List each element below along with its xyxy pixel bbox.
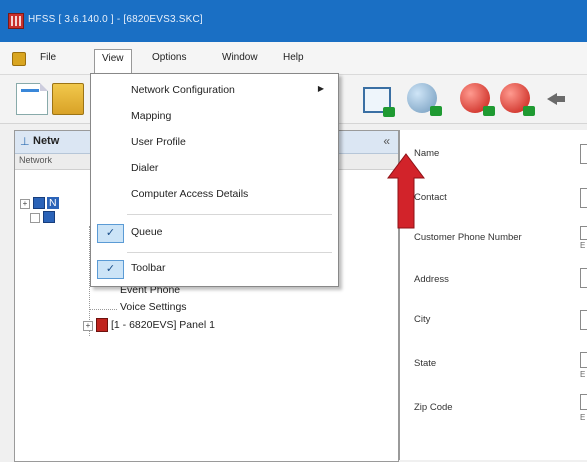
tree-item-voice-settings[interactable]: Voice Settings	[120, 301, 187, 313]
field-label-state: State	[414, 358, 437, 369]
menu-options[interactable]: Options	[145, 49, 193, 67]
checkmark-icon: ✓	[97, 260, 124, 279]
window-title: HFSS [ 3.6.140.0 ] - [6820EVS3.SKC]	[28, 14, 203, 25]
city-field[interactable]	[580, 310, 587, 330]
menu-item-user-profile[interactable]: User Profile	[91, 132, 338, 154]
menu-item-label: Toolbar	[131, 262, 166, 274]
tree-item-panel-1[interactable]: [1 - 6820EVS] Panel 1	[111, 319, 215, 331]
menu-view[interactable]: View	[94, 49, 132, 75]
arrow-left-icon[interactable]	[547, 83, 567, 113]
state-field[interactable]	[580, 352, 587, 368]
menu-bar: File View Options Window Help	[0, 42, 587, 75]
red-sphere-download-icon[interactable]	[460, 83, 495, 116]
panel-device-icon	[96, 318, 108, 332]
field-label-city: City	[414, 314, 431, 325]
zip-field[interactable]	[580, 394, 587, 410]
menu-item-dialer[interactable]: Dialer	[91, 158, 338, 180]
field-hint: E	[580, 241, 586, 250]
menu-item-toolbar[interactable]: ✓ Toolbar	[91, 258, 338, 280]
menu-item-queue[interactable]: ✓ Queue	[91, 222, 338, 244]
screen-download-icon[interactable]	[363, 87, 395, 117]
checkmark-icon: ✓	[97, 224, 124, 243]
collapse-panel-button[interactable]: «	[383, 134, 390, 148]
details-panel: Name Contact Customer Phone Number E Add…	[399, 130, 587, 460]
pin-icon[interactable]: ⊥	[20, 136, 30, 148]
tree-node-network[interactable]: N	[47, 197, 59, 209]
panel-node-icon	[43, 211, 55, 223]
app-icon	[8, 13, 24, 29]
menu-file[interactable]: File	[33, 49, 63, 67]
panel-subheader-label: Network	[19, 155, 53, 165]
annotation-arrow-icon	[387, 153, 425, 229]
menu-item-label: User Profile	[131, 136, 186, 148]
menu-separator	[127, 214, 332, 215]
menu-item-network-configuration[interactable]: Network Configuration ▶	[91, 80, 338, 102]
panel-title: Netw	[33, 135, 60, 147]
name-field[interactable]	[580, 144, 587, 164]
view-menu-dropdown: Network Configuration ▶ Mapping User Pro…	[90, 73, 339, 287]
tree-guide-line	[89, 309, 117, 310]
new-document-icon[interactable]	[16, 83, 48, 115]
menu-item-label: Queue	[131, 226, 163, 238]
customer-phone-field[interactable]	[580, 226, 587, 240]
tree-expander[interactable]	[30, 213, 40, 223]
menu-item-computer-access-details[interactable]: Computer Access Details	[91, 184, 338, 206]
menu-item-mapping[interactable]: Mapping	[91, 106, 338, 128]
menu-window[interactable]: Window	[215, 49, 265, 67]
field-label-zip: Zip Code	[414, 402, 453, 413]
menu-item-label: Dialer	[131, 162, 159, 174]
open-folder-icon[interactable]	[52, 83, 84, 115]
field-hint: E	[580, 370, 586, 379]
globe-download-icon[interactable]	[407, 83, 442, 116]
network-node-icon	[33, 197, 45, 209]
field-label-address: Address	[414, 274, 449, 285]
tree-expander[interactable]: +	[83, 321, 93, 331]
menu-item-label: Mapping	[131, 110, 172, 122]
menu-separator	[127, 252, 332, 253]
menu-help[interactable]: Help	[276, 49, 311, 67]
field-hint: E	[580, 413, 586, 422]
red-sphere-upload-icon[interactable]	[500, 83, 535, 116]
field-label-customer-phone: Customer Phone Number	[414, 232, 522, 243]
title-bar: HFSS [ 3.6.140.0 ] - [6820EVS3.SKC]	[0, 0, 587, 42]
address-field[interactable]	[580, 268, 587, 288]
menu-item-label: Computer Access Details	[131, 188, 249, 200]
menu-item-label: Network Configuration	[131, 84, 235, 96]
contact-field[interactable]	[580, 188, 587, 208]
submenu-arrow-icon: ▶	[317, 84, 324, 93]
menu-app-icon[interactable]	[12, 52, 26, 66]
tree-expander[interactable]: +	[20, 199, 30, 209]
